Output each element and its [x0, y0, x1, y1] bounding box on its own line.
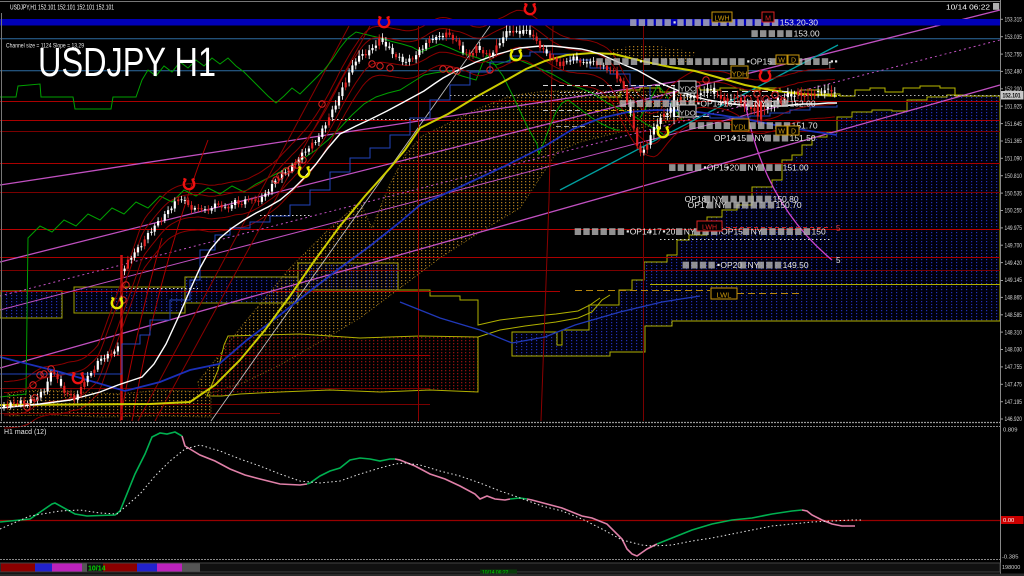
svg-text:149.420: 149.420: [1005, 260, 1023, 267]
svg-text:152.101: 152.101: [1003, 93, 1021, 100]
svg-text:147.475: 147.475: [1005, 382, 1023, 389]
svg-text:20: 20: [730, 163, 740, 173]
svg-text:0.00: 0.00: [1003, 518, 1014, 524]
svg-text:153.20-30: 153.20-30: [780, 18, 819, 28]
svg-text:OP15: OP15: [707, 163, 729, 173]
svg-text:YDC: YDC: [680, 84, 696, 93]
svg-text:148.585: 148.585: [1005, 312, 1023, 319]
svg-text:198000: 198000: [1002, 565, 1020, 571]
svg-text:↑: ↑: [827, 57, 833, 71]
svg-text:OP14: OP14: [714, 133, 736, 143]
svg-text:YDH: YDH: [732, 69, 748, 78]
svg-text:147.195: 147.195: [1005, 399, 1023, 406]
svg-text:153.00: 153.00: [794, 29, 820, 39]
svg-text:-0.385: -0.385: [1002, 555, 1018, 561]
svg-text:YDO: YDO: [679, 108, 695, 117]
svg-text:LWL: LWL: [717, 290, 732, 299]
svg-text:OP15: OP15: [750, 57, 772, 67]
svg-text:LWH: LWH: [714, 15, 729, 22]
svg-text:M: M: [765, 15, 771, 22]
svg-text:USDJPY,H1 152.101 152.101 152: USDJPY,H1 152.101 152.101 152.101 152.10…: [10, 5, 114, 12]
svg-text:150.810: 150.810: [1005, 173, 1023, 180]
svg-text:10/14 06:22: 10/14 06:22: [946, 3, 990, 12]
svg-text:148.310: 148.310: [1005, 329, 1023, 336]
svg-text:149.975: 149.975: [1005, 225, 1023, 232]
svg-text:5: 5: [836, 224, 841, 233]
svg-text:150: 150: [812, 227, 826, 237]
svg-text:LWH: LWH: [702, 224, 717, 231]
svg-text:16: 16: [723, 99, 733, 109]
svg-text:153.315: 153.315: [1005, 17, 1023, 24]
svg-text:146.920: 146.920: [1005, 416, 1023, 423]
svg-text:151.00: 151.00: [783, 163, 809, 173]
svg-text:152.755: 152.755: [1005, 51, 1023, 58]
svg-text:USDJPY H1: USDJPY H1: [38, 39, 216, 85]
svg-text:148.865: 148.865: [1005, 295, 1023, 302]
svg-text:152.00: 152.00: [790, 99, 816, 109]
svg-text:150.535: 150.535: [1005, 190, 1023, 197]
svg-text:W: W: [778, 57, 785, 64]
svg-text:151.925: 151.925: [1005, 103, 1023, 110]
svg-text:OP17: OP17: [688, 200, 710, 210]
svg-text:H1 macd (12): H1 macd (12): [4, 429, 46, 436]
svg-text:OP20: OP20: [720, 260, 742, 270]
svg-text:D: D: [791, 57, 796, 64]
svg-text:150.70: 150.70: [776, 200, 802, 210]
svg-text:17: 17: [652, 227, 662, 237]
svg-text:148.030: 148.030: [1005, 347, 1023, 354]
svg-text:D: D: [791, 128, 796, 135]
svg-text:10/14: 10/14: [88, 566, 106, 573]
svg-text:147.755: 147.755: [1005, 364, 1023, 371]
svg-text:17: 17: [737, 99, 747, 109]
svg-text:151.645: 151.645: [1005, 121, 1023, 128]
svg-text:151.090: 151.090: [1005, 156, 1023, 163]
svg-text:153.035: 153.035: [1005, 34, 1023, 41]
svg-text:149.145: 149.145: [1005, 277, 1023, 284]
svg-text:OP14: OP14: [700, 99, 722, 109]
svg-text:15: 15: [737, 133, 747, 143]
svg-text:20: 20: [666, 227, 676, 237]
svg-text:W: W: [778, 128, 785, 135]
svg-text:149.700: 149.700: [1005, 242, 1023, 249]
svg-text:151.365: 151.365: [1005, 138, 1023, 145]
svg-text:152.480: 152.480: [1005, 69, 1023, 76]
svg-text:150.255: 150.255: [1005, 208, 1023, 215]
svg-text:OP14: OP14: [630, 227, 652, 237]
svg-text:YDL: YDL: [733, 122, 748, 131]
svg-text:149.50: 149.50: [783, 260, 809, 270]
svg-text:5: 5: [836, 256, 841, 265]
svg-text:0.809: 0.809: [1003, 428, 1018, 434]
